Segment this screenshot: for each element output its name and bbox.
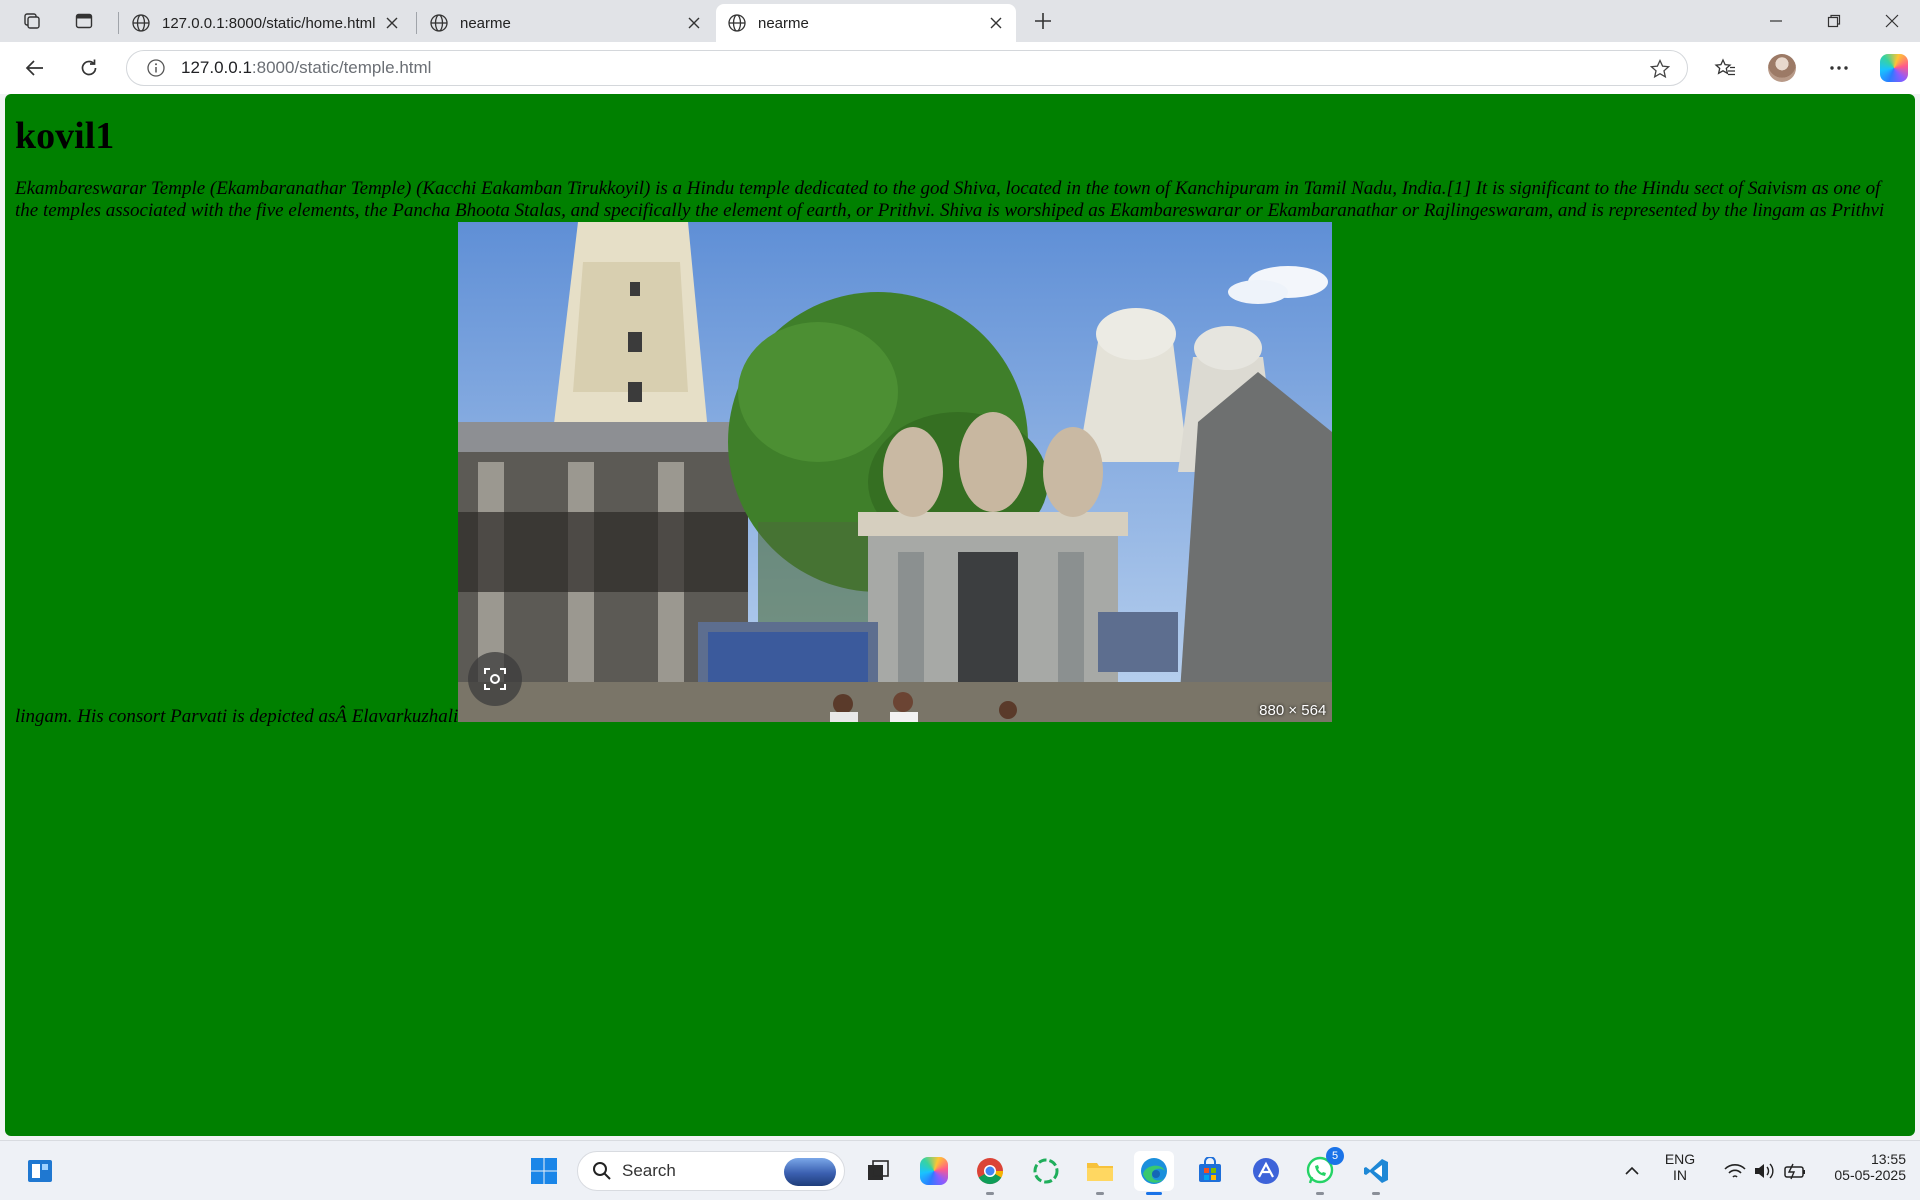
search-icon	[592, 1161, 612, 1181]
more-menu-icon[interactable]	[1822, 51, 1856, 85]
taskbar-search[interactable]: Search	[577, 1151, 845, 1191]
task-view-icon[interactable]	[858, 1151, 898, 1191]
language-indicator[interactable]: ENG IN	[1656, 1151, 1704, 1183]
tab-title: nearme	[460, 14, 511, 32]
chrome-icon[interactable]	[970, 1151, 1010, 1195]
clock-date: 05-05-2025	[1834, 1167, 1906, 1183]
temple-image: 880 × 564	[458, 222, 1333, 722]
address-bar[interactable]: 127.0.0.1:8000/static/temple.html	[126, 50, 1688, 86]
search-highlight-image	[784, 1158, 836, 1186]
browser-toolbar: 127.0.0.1:8000/static/temple.html	[0, 42, 1920, 94]
edge-browser-icon[interactable]	[1134, 1151, 1174, 1195]
close-icon[interactable]	[684, 13, 704, 33]
close-icon[interactable]	[382, 13, 402, 33]
tab-nearme-active[interactable]: nearme	[716, 4, 1016, 42]
vpn-app-icon[interactable]	[1246, 1151, 1286, 1191]
globe-icon	[130, 12, 152, 34]
minimize-icon[interactable]	[1748, 0, 1804, 42]
back-arrow-icon[interactable]	[18, 51, 52, 85]
quick-settings[interactable]	[1716, 1151, 1816, 1191]
whatsapp-badge: 5	[1326, 1147, 1344, 1165]
copilot-taskbar-icon[interactable]	[914, 1151, 954, 1191]
site-info-icon[interactable]	[145, 57, 167, 79]
tab-home[interactable]: 127.0.0.1:8000/static/home.html	[120, 4, 412, 42]
globe-icon	[726, 12, 748, 34]
show-hidden-icons-chevron-icon[interactable]	[1614, 1151, 1650, 1191]
profile-avatar[interactable]	[1768, 54, 1796, 82]
vertical-tabs-icon[interactable]	[66, 6, 102, 36]
copilot-icon[interactable]	[1880, 54, 1908, 82]
tab-strip: 127.0.0.1:8000/static/home.html nearme n…	[0, 0, 1920, 42]
workspaces-icon[interactable]	[14, 6, 50, 36]
refresh-icon[interactable]	[72, 51, 106, 85]
temple-description: Ekambareswarar Temple (Ekambaranathar Te…	[15, 178, 1905, 728]
spinner-app-icon[interactable]	[1026, 1151, 1066, 1191]
clock-time: 13:55	[1870, 1151, 1906, 1167]
close-icon[interactable]	[986, 13, 1006, 33]
globe-icon	[428, 12, 450, 34]
tab-nearme-1[interactable]: nearme	[418, 4, 714, 42]
window-close-icon[interactable]	[1864, 0, 1920, 42]
favorites-icon[interactable]	[1708, 51, 1742, 85]
search-label: Search	[622, 1161, 676, 1180]
clock[interactable]: 13:55 05-05-2025	[1816, 1151, 1906, 1183]
new-tab-button[interactable]	[1028, 6, 1058, 36]
start-windows-icon[interactable]	[524, 1151, 564, 1191]
tab-title: 127.0.0.1:8000/static/home.html	[162, 14, 376, 32]
windows-taskbar: Search 5 ENG IN 13:55 05-05-2025	[0, 1140, 1920, 1200]
image-dimension-label: 880 × 564	[1259, 702, 1327, 719]
vscode-icon[interactable]	[1356, 1151, 1396, 1195]
url-host: 127.0.0.1	[181, 58, 252, 77]
visual-search-icon[interactable]	[468, 652, 523, 706]
page-heading: kovil1	[15, 115, 115, 157]
favorite-star-icon[interactable]	[1649, 58, 1671, 80]
file-explorer-icon[interactable]	[1080, 1151, 1120, 1195]
tab-title: nearme	[758, 14, 809, 32]
whatsapp-icon[interactable]: 5	[1300, 1147, 1344, 1195]
microsoft-store-icon[interactable]	[1190, 1151, 1230, 1191]
page-viewport: kovil1 Ekambareswarar Temple (Ekambarana…	[5, 94, 1915, 1136]
url-text: 127.0.0.1:8000/static/temple.html	[181, 58, 431, 78]
language-code: ENG	[1664, 1151, 1696, 1167]
restore-icon[interactable]	[1806, 0, 1862, 42]
url-path: :8000/static/temple.html	[251, 58, 432, 77]
language-region: IN	[1673, 1167, 1687, 1183]
page-body: kovil1 Ekambareswarar Temple (Ekambarana…	[5, 94, 1915, 736]
widgets-icon[interactable]	[20, 1151, 60, 1191]
